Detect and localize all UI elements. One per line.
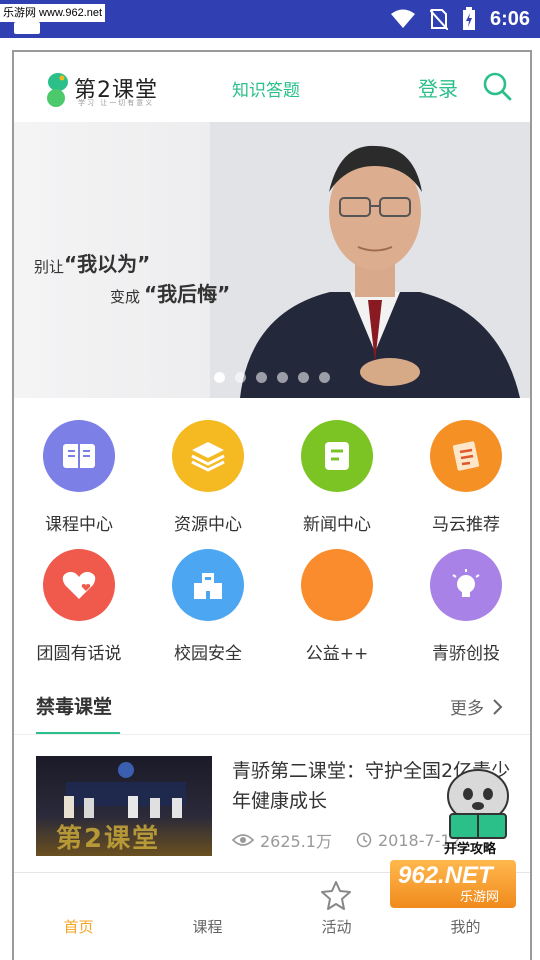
- site-watermark-name: 乐游网: [460, 890, 500, 905]
- news-views: 2625.1万: [260, 832, 332, 851]
- nav-home[interactable]: 首页: [14, 873, 143, 960]
- campus-safety-circle: [172, 549, 244, 621]
- carousel-dot[interactable]: [235, 372, 246, 383]
- heart-icon: [62, 571, 96, 599]
- app-frame: 第2课堂 学习 让一切有意义 知识答题 登录 别让 “我以为” 变成 “我后悔”…: [12, 50, 532, 960]
- carousel-dot[interactable]: [214, 372, 225, 383]
- search-button[interactable]: [482, 71, 512, 101]
- notification-icon: [14, 22, 40, 34]
- carousel-dot[interactable]: [298, 372, 309, 383]
- logo-subtitle: 学习 让一切有意义: [78, 99, 155, 107]
- chevron-right-icon[interactable]: [492, 698, 504, 716]
- grid-item-label: 马云推荐: [432, 515, 500, 535]
- news-meta: 2625.1万 2018-7-12: [232, 828, 461, 852]
- banner-line1-prefix: 别让: [34, 258, 65, 276]
- nav-label: 首页: [63, 918, 94, 936]
- reunion-circle: [43, 549, 115, 621]
- section-title: 禁毒课堂: [36, 696, 113, 718]
- app-header: 第2课堂 学习 让一切有意义 知识答题 登录: [14, 52, 530, 122]
- grid-item-venture[interactable]: 青骄创投: [406, 549, 526, 669]
- more-link[interactable]: 更多: [450, 694, 484, 719]
- star-icon: [321, 881, 351, 910]
- banner-line2-prefix: 变成: [110, 288, 141, 306]
- building-icon: [194, 573, 222, 599]
- charity-circle: [301, 549, 373, 621]
- venture-circle: [430, 549, 502, 621]
- clock: 6:06: [489, 7, 530, 30]
- carousel-dot[interactable]: [256, 372, 267, 383]
- news-thumbnail-text: 第2课堂: [56, 824, 161, 854]
- nav-label: 我的: [450, 918, 481, 936]
- carousel-dots[interactable]: [214, 372, 330, 383]
- grid-item-campus-safety[interactable]: 校园安全: [148, 549, 268, 669]
- grid-item-resource-center[interactable]: 资源中心: [148, 420, 268, 540]
- carousel-dot[interactable]: [319, 372, 330, 383]
- nav-courses[interactable]: 课程: [143, 873, 272, 960]
- battery-charging-icon: [462, 7, 475, 30]
- grid-item-label: 资源中心: [174, 515, 242, 535]
- status-watermark: 乐游网 www.962.net: [0, 4, 106, 22]
- tiger-watermark-text: 开学攻略: [444, 842, 497, 857]
- grid-item-charity[interactable]: 公益++: [277, 549, 397, 669]
- grid-item-label: 公益++: [305, 644, 369, 664]
- banner-line1-quote: “我以为”: [64, 252, 151, 276]
- site-watermark: 962.NET 乐游网: [390, 860, 516, 908]
- app-logo[interactable]: 第2课堂 学习 让一切有意义: [44, 70, 162, 110]
- grid-item-label: 青骄创投: [432, 644, 500, 664]
- nav-label: 课程: [192, 918, 223, 936]
- logo-mascot-icon: [47, 73, 68, 107]
- clock-icon: [356, 832, 372, 848]
- section-divider: [14, 734, 530, 735]
- grid-item-label: 新闻中心: [303, 515, 371, 535]
- news-icon: [325, 442, 349, 470]
- book-icon: [63, 444, 95, 468]
- news-thumbnail[interactable]: 第2课堂: [36, 756, 212, 856]
- banner-line2-quote: “我后悔”: [144, 282, 231, 306]
- quiz-link[interactable]: 知识答题: [232, 76, 300, 101]
- grid-item-course-center[interactable]: 课程中心: [19, 420, 139, 540]
- grid-item-news-center[interactable]: 新闻中心: [277, 420, 397, 540]
- grid-item-label: 课程中心: [45, 515, 113, 535]
- bulb-icon: [452, 569, 480, 597]
- status-bar: 乐游网 www.962.net 6:06: [0, 0, 540, 38]
- banner-carousel[interactable]: 别让 “我以为” 变成 “我后悔”: [14, 122, 530, 398]
- nav-label: 活动: [321, 918, 352, 936]
- grid-item-label: 校园安全: [174, 644, 242, 664]
- eye-icon: [232, 834, 254, 846]
- course-center-circle: [43, 420, 115, 492]
- nav-activities[interactable]: 活动: [272, 873, 401, 960]
- recommend-circle: [430, 420, 502, 492]
- grid-item-recommend[interactable]: 马云推荐: [406, 420, 526, 540]
- wifi-icon: [390, 9, 415, 28]
- grid-item-reunion[interactable]: 团圆有话说: [19, 549, 139, 669]
- recommend-icon: [452, 441, 480, 471]
- carousel-dot[interactable]: [277, 372, 288, 383]
- tiger-watermark: 开学攻略: [432, 760, 524, 857]
- grid-item-label: 团圆有话说: [36, 644, 122, 664]
- resource-center-circle: [172, 420, 244, 492]
- no-sim-icon: [429, 9, 448, 30]
- search-icon: [483, 72, 512, 101]
- news-center-circle: [301, 420, 373, 492]
- layers-icon: [191, 442, 225, 472]
- status-icons: 6:06: [390, 6, 530, 32]
- banner-person-image: [210, 122, 530, 398]
- login-button[interactable]: 登录: [418, 73, 458, 102]
